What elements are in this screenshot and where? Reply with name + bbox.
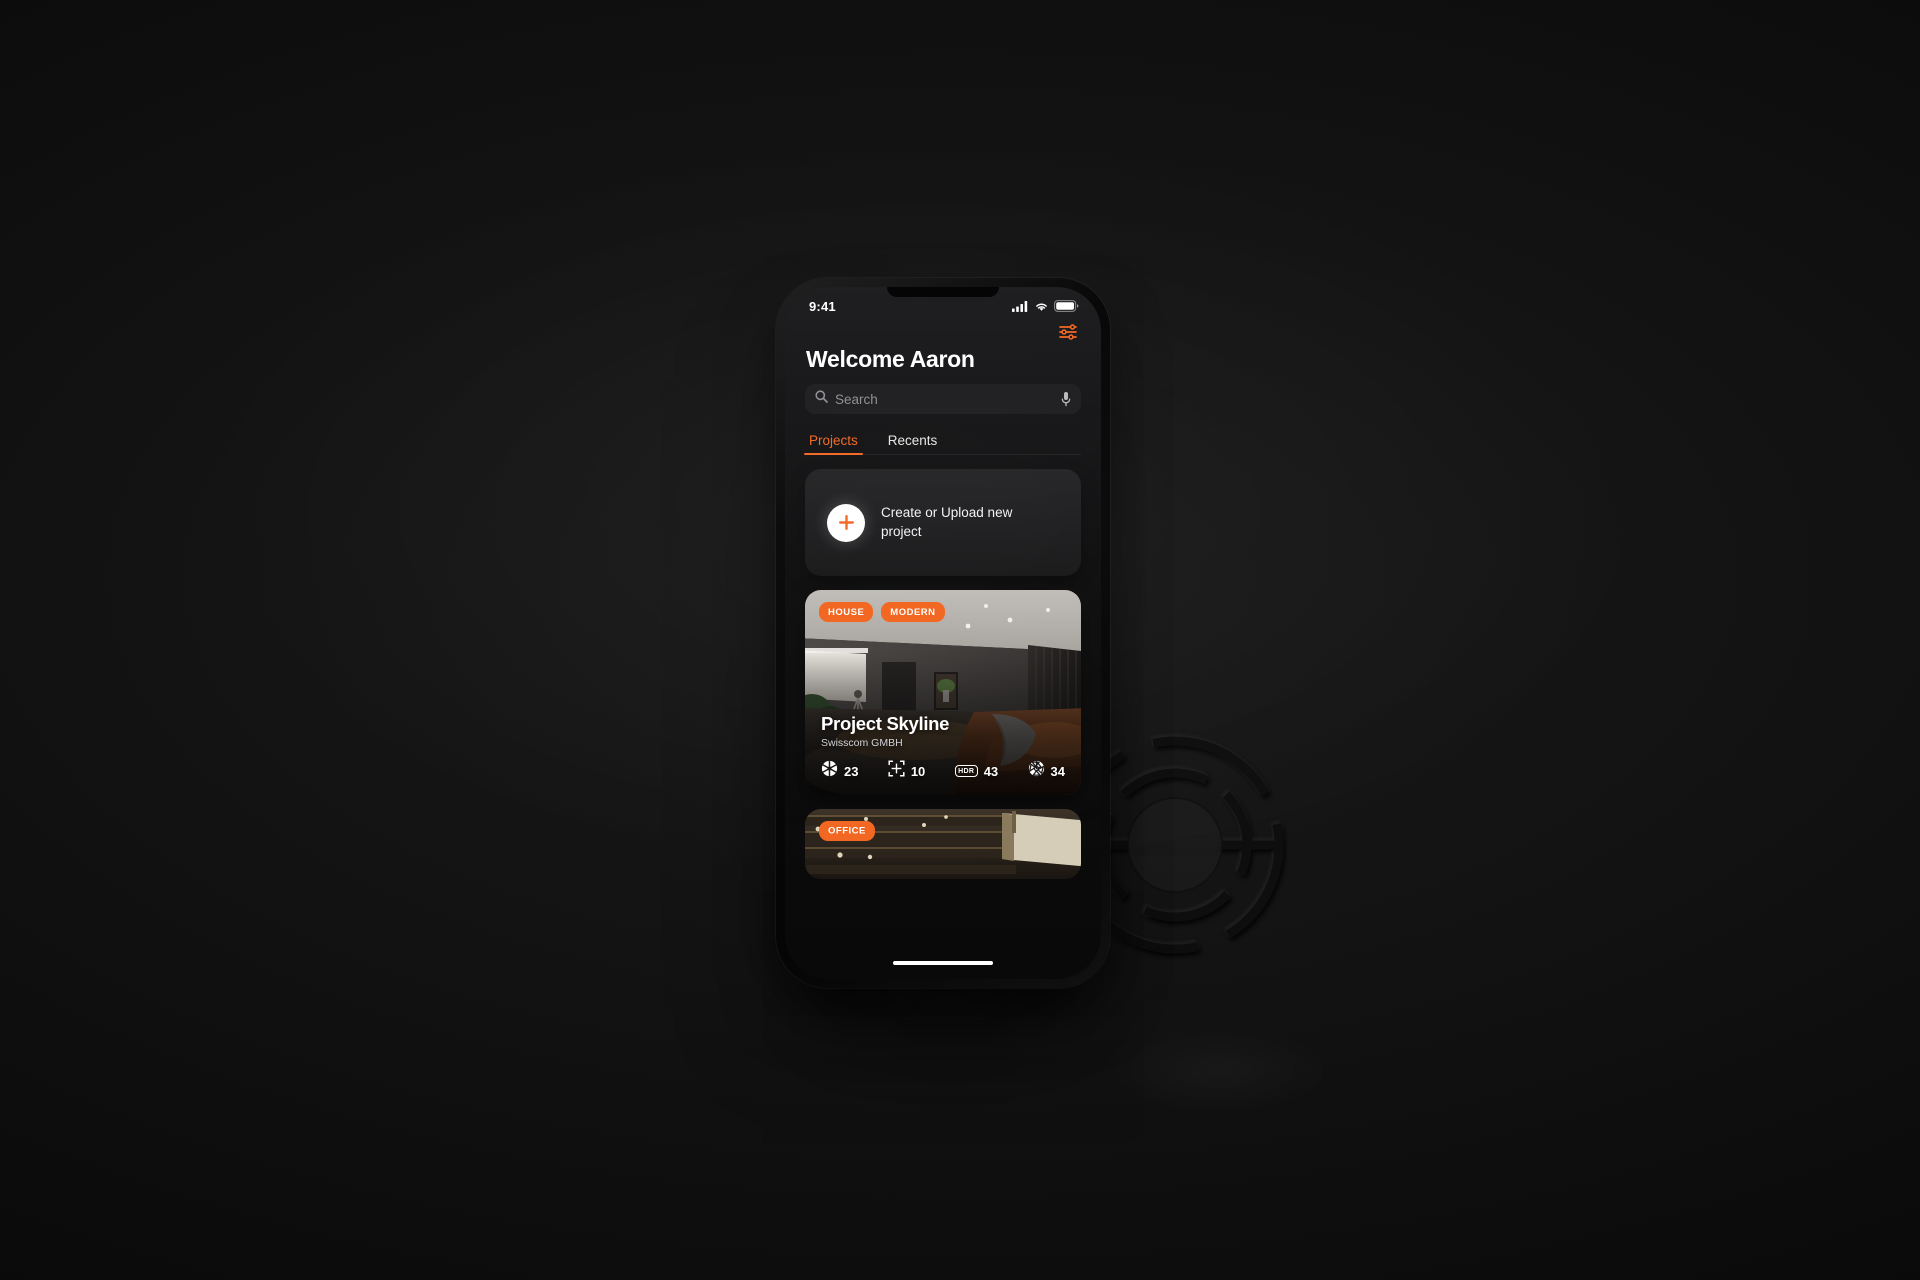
notch xyxy=(887,287,999,297)
project-card[interactable]: HOUSE MODERN Project Skyline Swisscom GM… xyxy=(805,590,1081,795)
stat-value: 34 xyxy=(1050,763,1065,779)
project-tag[interactable]: MODERN xyxy=(881,602,945,622)
create-upload-card[interactable]: Create or Upload new project xyxy=(805,469,1081,576)
project-tag[interactable]: HOUSE xyxy=(819,602,874,622)
search-placeholder: Search xyxy=(835,391,878,407)
stat-floorplan: 10 xyxy=(888,760,925,782)
search-input[interactable]: Search xyxy=(805,384,1081,414)
phone-reflection xyxy=(790,985,1100,1075)
project-tag[interactable]: OFFICE xyxy=(819,820,875,841)
tab-recents[interactable]: Recents xyxy=(886,428,940,455)
plus-icon[interactable] xyxy=(827,503,865,542)
project-subtitle: Swisscom GMBH xyxy=(821,737,903,749)
page-title: Welcome Aaron xyxy=(806,346,975,372)
search-icon xyxy=(815,390,828,408)
phone-screen: 9:41 Welcome Aaron Search Projects Recen… xyxy=(785,287,1101,979)
scene-backdrop: 9:41 Welcome Aaron Search Projects Recen… xyxy=(0,0,1920,1280)
header-actions xyxy=(805,317,1081,343)
project-stats: 23 10 HDR 43 34 xyxy=(821,759,1065,782)
cellular-signal-icon xyxy=(1012,300,1028,312)
screen-content: Welcome Aaron Search Projects Recents Cr… xyxy=(785,317,1101,879)
status-bar-time: 9:41 xyxy=(809,298,836,314)
wifi-icon xyxy=(1036,303,1047,311)
stat-hdr: HDR 43 xyxy=(954,763,999,779)
project-tags: OFFICE xyxy=(819,820,875,841)
floorplan-icon xyxy=(888,760,905,782)
tab-bar: Projects Recents xyxy=(804,428,1081,455)
stat-value: 10 xyxy=(910,763,926,779)
hdr-badge-icon: HDR xyxy=(954,765,978,777)
status-bar-icons xyxy=(1012,300,1079,312)
phone-mockup: 9:41 Welcome Aaron Search Projects Recen… xyxy=(776,278,1110,988)
stat-value: 23 xyxy=(844,763,859,779)
shutter-icon xyxy=(1028,759,1045,782)
microphone-icon[interactable] xyxy=(1060,391,1072,407)
stat-shutter: 34 xyxy=(1028,759,1065,782)
stat-value: 43 xyxy=(983,763,999,779)
sliders-filter-icon[interactable] xyxy=(1057,323,1079,341)
create-upload-label: Create or Upload new project xyxy=(881,505,1013,539)
project-meta: Project Skyline Swisscom GMBH xyxy=(821,713,949,749)
tab-projects[interactable]: Projects xyxy=(804,428,863,455)
project-card[interactable]: OFFICE xyxy=(805,809,1081,879)
project-title: Project Skyline xyxy=(821,713,950,734)
project-tags: HOUSE MODERN xyxy=(819,602,945,622)
home-indicator[interactable] xyxy=(893,961,993,965)
aperture-icon xyxy=(821,760,838,782)
stat-aperture: 23 xyxy=(821,760,858,782)
battery-icon xyxy=(1054,300,1079,312)
